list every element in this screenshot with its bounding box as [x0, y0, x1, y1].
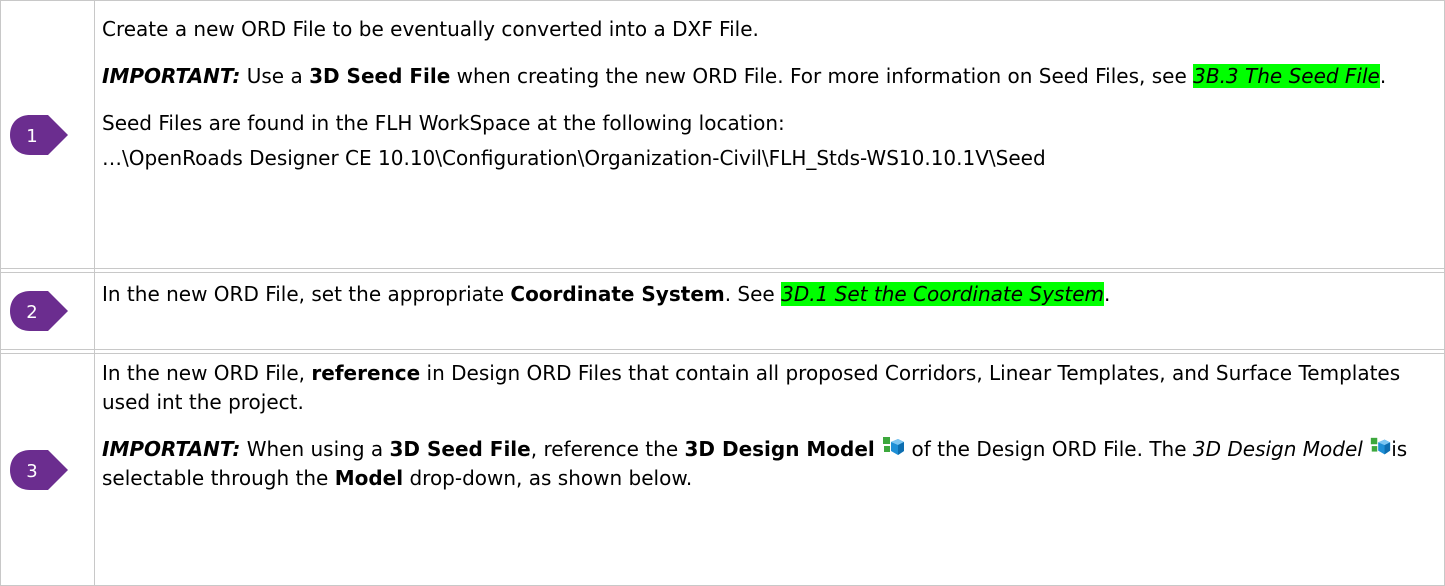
- coordinate-system-link[interactable]: 3D.1 Set the Coordinate System: [781, 282, 1104, 306]
- seed-file-link[interactable]: 3B.3 The Seed File: [1193, 64, 1380, 88]
- step-number: 3: [26, 461, 37, 482]
- step-text: In the new ORD File, set the appropriate…: [102, 282, 1111, 306]
- step-content: Create a new ORD File to be eventually c…: [94, 0, 1445, 269]
- step-marker-icon: 3: [10, 449, 68, 490]
- step-number-cell: 2: [0, 272, 95, 350]
- important-note: IMPORTANT: Use a 3D Seed File when creat…: [102, 64, 1387, 88]
- step-content: In the new ORD File, reference in Design…: [94, 353, 1445, 586]
- step-content: In the new ORD File, set the appropriate…: [94, 272, 1445, 350]
- important-label: IMPORTANT:: [102, 437, 241, 461]
- important-note: IMPORTANT: When using a 3D Seed File, re…: [102, 437, 1408, 490]
- step-number-cell: 3: [0, 353, 95, 586]
- step-row-3: 3 In the new ORD File, reference in Desi…: [0, 353, 1445, 586]
- important-label: IMPORTANT:: [102, 64, 241, 88]
- step-marker-icon: 2: [10, 291, 68, 331]
- step-number-cell: 1: [0, 0, 95, 269]
- location-intro: Seed Files are found in the FLH WorkSpac…: [102, 111, 785, 135]
- step-marker-icon: 1: [10, 114, 68, 155]
- location-path: …\OpenRoads Designer CE 10.10\Configurat…: [102, 146, 1046, 170]
- 3d-design-model-icon: [1371, 437, 1391, 455]
- procedure-table: 1 Create a new ORD File to be eventually…: [0, 0, 1445, 586]
- step-text: Create a new ORD File to be eventually c…: [102, 17, 759, 41]
- step-number: 1: [26, 126, 37, 147]
- 3d-design-model-icon: [883, 437, 905, 455]
- step-row-2: 2 In the new ORD File, set the appropria…: [0, 272, 1445, 350]
- step-text: In the new ORD File, reference in Design…: [102, 361, 1401, 414]
- step-number: 2: [26, 302, 37, 323]
- step-row-1: 1 Create a new ORD File to be eventually…: [0, 0, 1445, 269]
